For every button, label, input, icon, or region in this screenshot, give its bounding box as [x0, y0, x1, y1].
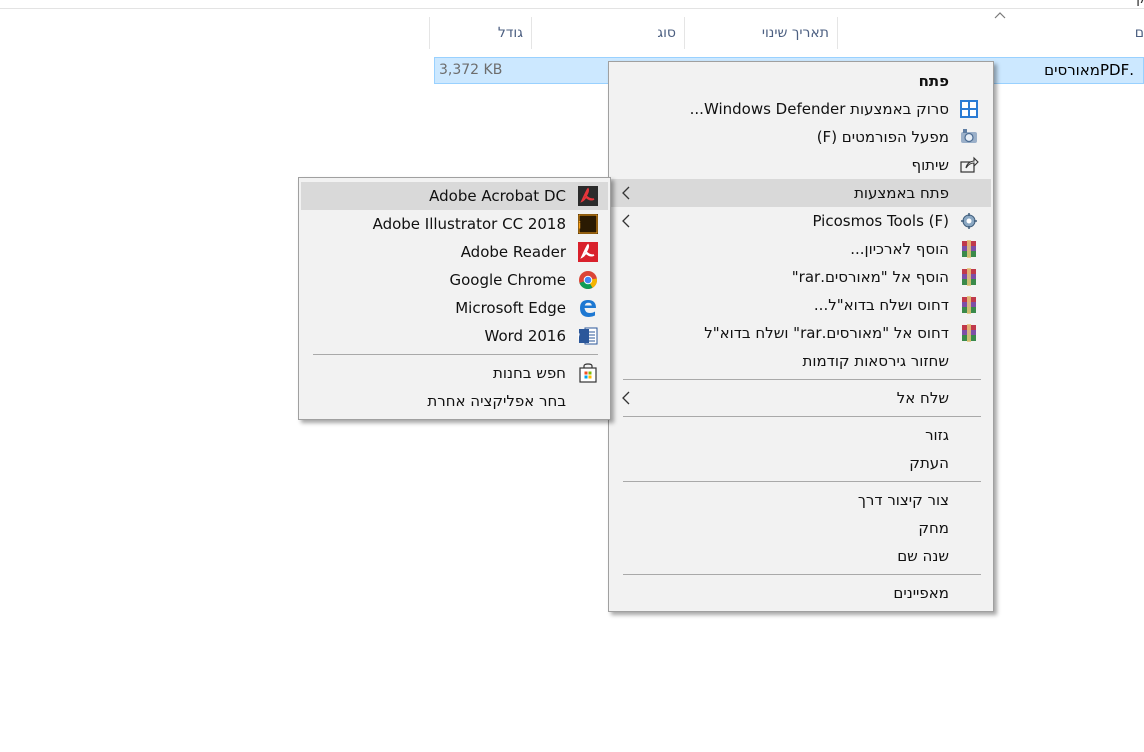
- illustrator-icon: Ai: [578, 214, 598, 234]
- adobe-reader-icon: [578, 242, 598, 262]
- menu-item-label: פתח: [918, 72, 949, 90]
- acrobat-icon: [578, 186, 598, 206]
- menu-item-label: מחק: [918, 519, 949, 537]
- submenu-item-label: Microsoft Edge: [455, 299, 566, 317]
- open-with-adobe-reader[interactable]: Adobe Reader: [301, 238, 608, 266]
- open-with-choose-another-app[interactable]: בחר אפליקציה אחרת: [301, 387, 608, 415]
- share-icon: [960, 156, 979, 173]
- menu-item-add-to-rar[interactable]: הוסף אל "מאורסים.rar": [611, 263, 991, 291]
- menu-item-copy[interactable]: העתק: [611, 449, 991, 477]
- menu-item-create-shortcut[interactable]: צור קיצור דרך: [611, 486, 991, 514]
- submenu-item-label: בחר אפליקציה אחרת: [427, 392, 566, 410]
- chevron-left-icon: [622, 391, 630, 405]
- top-divider: [0, 8, 1144, 9]
- menu-item-label: שלח אל: [896, 389, 949, 407]
- winrar-icon: [962, 268, 976, 286]
- column-header-name[interactable]: ם: [838, 17, 1144, 49]
- open-with-acrobat[interactable]: Adobe Acrobat DC: [301, 182, 608, 210]
- top-cut-text: ק: [1136, 0, 1144, 7]
- menu-item-label: דחוס ושלח בדוא"ל...: [813, 296, 949, 314]
- menu-item-open-with[interactable]: פתח באמצעות: [611, 179, 991, 207]
- menu-item-compress-email[interactable]: דחוס ושלח בדוא"ל...: [611, 291, 991, 319]
- open-with-search-store[interactable]: חפש בחנות: [301, 359, 608, 387]
- menu-item-send-to[interactable]: שלח אל: [611, 384, 991, 412]
- menu-separator: [623, 574, 981, 575]
- picosmos-icon: [961, 213, 977, 229]
- chevron-left-icon: [622, 214, 630, 228]
- winrar-icon: [962, 296, 976, 314]
- submenu-item-label: Adobe Illustrator CC 2018: [372, 215, 566, 233]
- menu-item-label: מאפיינים: [893, 584, 949, 602]
- submenu-item-label: חפש בחנות: [493, 364, 566, 382]
- svg-text:Ai: Ai: [578, 221, 581, 232]
- open-with-submenu: Adobe Acrobat DC Ai Adobe Illustrator CC…: [298, 177, 611, 420]
- column-header-type[interactable]: סוג: [532, 17, 684, 49]
- menu-item-compress-rar-email[interactable]: דחוס אל "מאורסים.rar" ושלח בדוא"ל: [611, 319, 991, 347]
- menu-item-restore-previous-versions[interactable]: שחזור גירסאות קודמות: [611, 347, 991, 375]
- menu-item-properties[interactable]: מאפיינים: [611, 579, 991, 607]
- submenu-item-label: Adobe Reader: [460, 243, 566, 261]
- file-size: 3,372 KB: [439, 62, 503, 78]
- context-menu: פתח סרוק באמצעות Windows Defender... מפע…: [608, 61, 994, 612]
- menu-item-rename[interactable]: שנה שם: [611, 542, 991, 570]
- menu-item-label: גזור: [925, 426, 949, 444]
- menu-item-picosmos-tools[interactable]: Picosmos Tools (F): [611, 207, 991, 235]
- open-with-edge[interactable]: Microsoft Edge: [301, 294, 608, 322]
- chrome-icon: [579, 271, 597, 290]
- menu-separator: [623, 379, 981, 380]
- menu-item-label: דחוס אל "מאורסים.rar" ושלח בדוא"ל: [704, 324, 949, 342]
- menu-item-label: שחזור גירסאות קודמות: [802, 352, 949, 370]
- chevron-left-icon: [622, 186, 630, 200]
- menu-item-open[interactable]: פתח: [611, 67, 991, 95]
- open-with-chrome[interactable]: Google Chrome: [301, 266, 608, 294]
- open-with-word[interactable]: W Word 2016: [301, 322, 608, 350]
- submenu-item-label: Adobe Acrobat DC: [429, 187, 566, 205]
- defender-icon: [960, 100, 978, 118]
- menu-item-label: מפעל הפורמטים (F): [816, 128, 949, 146]
- open-with-illustrator[interactable]: Ai Adobe Illustrator CC 2018: [301, 210, 608, 238]
- submenu-separator: [313, 354, 598, 355]
- menu-item-share[interactable]: שיתוף: [611, 151, 991, 179]
- menu-item-label: העתק: [909, 454, 949, 472]
- menu-item-label: הוסף אל "מאורסים.rar": [791, 268, 949, 286]
- menu-item-label: שנה שם: [897, 547, 949, 565]
- column-header-size[interactable]: גודל: [430, 17, 531, 49]
- menu-item-label: Picosmos Tools (F): [812, 212, 949, 230]
- column-header-modified[interactable]: תאריך שינוי: [685, 17, 837, 49]
- format-factory-icon: [961, 129, 977, 143]
- menu-separator: [623, 481, 981, 482]
- submenu-item-label: Google Chrome: [449, 271, 567, 289]
- menu-item-scan-defender[interactable]: סרוק באמצעות Windows Defender...: [611, 95, 991, 123]
- menu-separator: [623, 416, 981, 417]
- word-icon: W: [578, 327, 598, 345]
- store-icon: [579, 363, 597, 383]
- menu-item-format-factory[interactable]: מפעל הפורמטים (F): [611, 123, 991, 151]
- winrar-icon: [962, 324, 976, 342]
- edge-icon: [580, 300, 596, 317]
- menu-item-label: סרוק באמצעות Windows Defender...: [689, 100, 949, 118]
- submenu-item-label: Word 2016: [484, 327, 567, 345]
- menu-item-label: צור קיצור דרך: [857, 491, 949, 509]
- menu-item-label: הוסף לארכיון...: [850, 240, 949, 258]
- svg-text:W: W: [578, 333, 580, 343]
- menu-item-label: פתח באמצעות: [854, 184, 949, 202]
- menu-item-add-to-archive[interactable]: הוסף לארכיון...: [611, 235, 991, 263]
- menu-item-label: שיתוף: [911, 156, 949, 174]
- winrar-icon: [962, 240, 976, 258]
- file-name[interactable]: .PDFמאורסים: [1044, 61, 1134, 79]
- menu-item-cut[interactable]: גזור: [611, 421, 991, 449]
- menu-item-delete[interactable]: מחק: [611, 514, 991, 542]
